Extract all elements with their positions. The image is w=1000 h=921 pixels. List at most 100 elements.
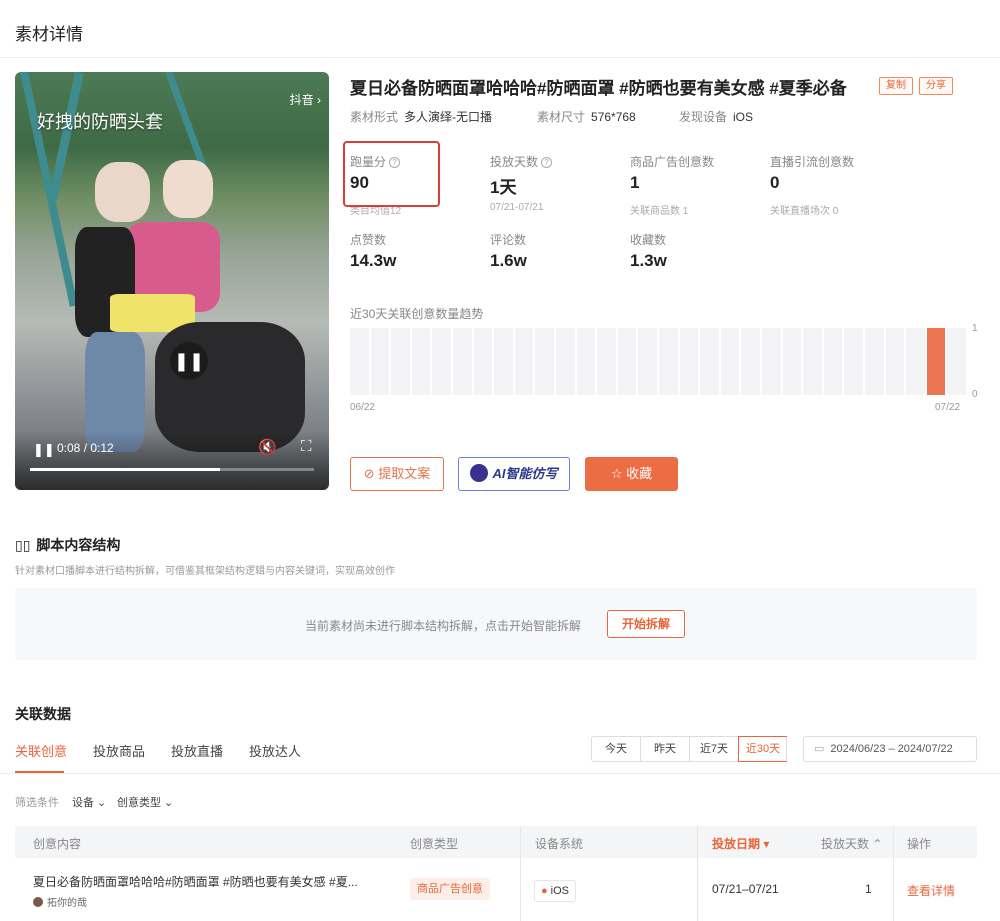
script-empty-state: 当前素材尚未进行脚本结构拆解，点击开始智能拆解 开始拆解 — [15, 588, 977, 660]
col-content: 创意内容 — [33, 837, 82, 851]
comments-value: 1.6w — [490, 251, 527, 270]
trend-bar-bg — [844, 328, 863, 395]
book-icon: ▯▯ — [15, 537, 31, 553]
row-author: 拓你的哉 — [33, 894, 87, 909]
trend-bar-bg — [535, 328, 554, 395]
trend-bar-bg — [638, 328, 657, 395]
comments-label: 评论数 — [490, 233, 527, 247]
col-os: 设备系统 — [535, 837, 584, 851]
platform-link[interactable]: 抖音 › — [290, 91, 321, 108]
row-content[interactable]: 夏日必备防晒面罩哈哈哈#防晒面罩 #防晒也要有美女感 #夏... — [33, 873, 358, 890]
trend-bar-bg — [432, 328, 451, 395]
row-os: ● iOS — [534, 880, 576, 902]
trend-bar-bg — [597, 328, 616, 395]
video-progress-fill — [30, 468, 221, 471]
row-type-badge: 商品广告创意 — [410, 878, 490, 900]
likes-value: 14.3w — [350, 251, 397, 270]
trend-bar-bg — [885, 328, 905, 395]
tab-influencers[interactable]: 投放达人 — [249, 741, 301, 760]
video-player[interactable]: 好拽的防晒头套 抖音 › ❚❚ ❚❚ 0:08 / 0:12 🔇 ⛶ — [15, 72, 329, 490]
mute-icon[interactable]: 🔇 — [258, 438, 277, 456]
script-section-desc: 针对素材口播脚本进行结构拆解，可借鉴其框架结构逻辑与内容关键词，实现高效创作 — [15, 566, 395, 577]
share-button[interactable]: 分享 — [919, 77, 953, 95]
column-divider — [520, 826, 521, 921]
product-ads-value: 1 — [630, 173, 640, 192]
extract-copy-button[interactable]: ⊘ 提取文案 — [350, 457, 444, 491]
meta-size: 素材尺寸 576*768 — [537, 110, 636, 124]
rider-head — [95, 162, 150, 222]
trend-chart — [350, 328, 966, 395]
col-date-sortable[interactable]: 投放日期 ▾ — [712, 835, 769, 852]
video-time: 0:08 / 0:12 — [57, 441, 114, 455]
likes-label: 点赞数 — [350, 233, 387, 247]
star-icon: ☆ — [610, 466, 627, 481]
related-data-title: 关联数据 — [15, 706, 71, 722]
background-pole — [47, 72, 84, 202]
filter-creative-type[interactable]: 创意类型 ⌄ — [117, 794, 173, 810]
copy-button[interactable]: 复制 — [879, 77, 913, 95]
material-title: 夏日必备防晒面罩哈哈哈#防晒面罩 #防晒也要有美女感 #夏季必备 — [350, 79, 847, 98]
trend-bar-bg — [473, 328, 493, 395]
tab-live[interactable]: 投放直播 — [171, 741, 223, 760]
trend-bar-bg — [556, 328, 575, 395]
y-tick-max: 1 — [972, 323, 978, 334]
trend-bar-bg — [514, 328, 534, 395]
tab-products[interactable]: 投放商品 — [93, 741, 145, 760]
video-progress-bar[interactable] — [30, 468, 314, 471]
trend-bar[interactable] — [926, 328, 946, 395]
trend-bar-bg — [720, 328, 740, 395]
x-tick-start: 06/22 — [350, 402, 376, 413]
column-divider — [697, 826, 698, 921]
live-ads-sub: 关联直播场次 0 — [770, 206, 839, 217]
trend-bar-bg — [700, 328, 719, 395]
tab-divider — [0, 773, 1000, 774]
calendar-icon: ▭ — [814, 743, 825, 755]
material-detail-page: { "page": {"title": "素材详情"}, "video": { … — [0, 0, 1000, 921]
trend-bar-bg — [782, 328, 802, 395]
script-section-title: ▯▯ 脚本内容结构 — [15, 537, 121, 553]
y-tick-min: 0 — [972, 389, 978, 400]
range-30days[interactable]: 近30天 — [738, 736, 787, 762]
range-today[interactable]: 今天 — [592, 737, 641, 761]
trend-bar-bg — [865, 328, 884, 395]
help-icon[interactable]: ? — [541, 157, 553, 168]
row-days: 1 — [865, 882, 872, 896]
col-action: 操作 — [907, 837, 932, 851]
apple-icon: ● — [541, 885, 548, 897]
trend-bar-bg — [659, 328, 678, 395]
trend-bar-bg — [391, 328, 410, 395]
pause-icon[interactable]: ❚❚ — [33, 442, 55, 458]
filter-device[interactable]: 设备 ⌄ — [72, 794, 106, 810]
range-7days[interactable]: 近7天 — [690, 737, 739, 761]
trend-bar-bg — [494, 328, 513, 395]
ai-rewrite-button[interactable]: AI智能仿写 — [458, 457, 570, 491]
video-caption: 好拽的防晒头套 — [37, 112, 163, 132]
meta-device: 发现设备 iOS — [679, 110, 754, 124]
favorites-value: 1.3w — [630, 251, 667, 270]
fullscreen-icon[interactable]: ⛶ — [301, 438, 312, 455]
col-type: 创意类型 — [410, 837, 459, 851]
trend-bar-bg — [741, 328, 760, 395]
meta-format: 素材形式 多人演绎-无口播 — [350, 110, 493, 124]
date-range-segmented: 今天 昨天 近7天 近30天 — [591, 736, 787, 762]
page-title: 素材详情 — [15, 25, 83, 44]
check-circle-icon: ⊘ — [363, 466, 379, 481]
trend-chart-title: 近30天关联创意数量趋势 — [350, 307, 484, 321]
view-detail-link[interactable]: 查看详情 — [907, 882, 955, 899]
col-days-sortable[interactable]: 投放天数 ⌃ — [821, 835, 882, 852]
range-yesterday[interactable]: 昨天 — [641, 737, 690, 761]
trend-bar-bg — [411, 328, 431, 395]
avatar — [33, 897, 43, 907]
favorites-label: 收藏数 — [630, 233, 667, 247]
trend-bar-bg — [906, 328, 925, 395]
collect-button[interactable]: ☆ 收藏 — [585, 457, 678, 491]
days-sub: 07/21-07/21 — [490, 202, 544, 213]
trend-bar-bg — [350, 328, 369, 395]
trend-bar-bg — [762, 328, 781, 395]
pause-overlay-icon[interactable]: ❚❚ — [170, 342, 208, 380]
x-tick-end: 07/22 — [935, 402, 961, 413]
tab-related-creatives[interactable]: 关联创意 — [15, 741, 67, 760]
date-range-picker[interactable]: ▭ 2024/06/23 – 2024/07/22 — [803, 736, 977, 762]
trend-bar-bg — [947, 328, 966, 395]
start-analysis-button[interactable]: 开始拆解 — [607, 610, 685, 638]
